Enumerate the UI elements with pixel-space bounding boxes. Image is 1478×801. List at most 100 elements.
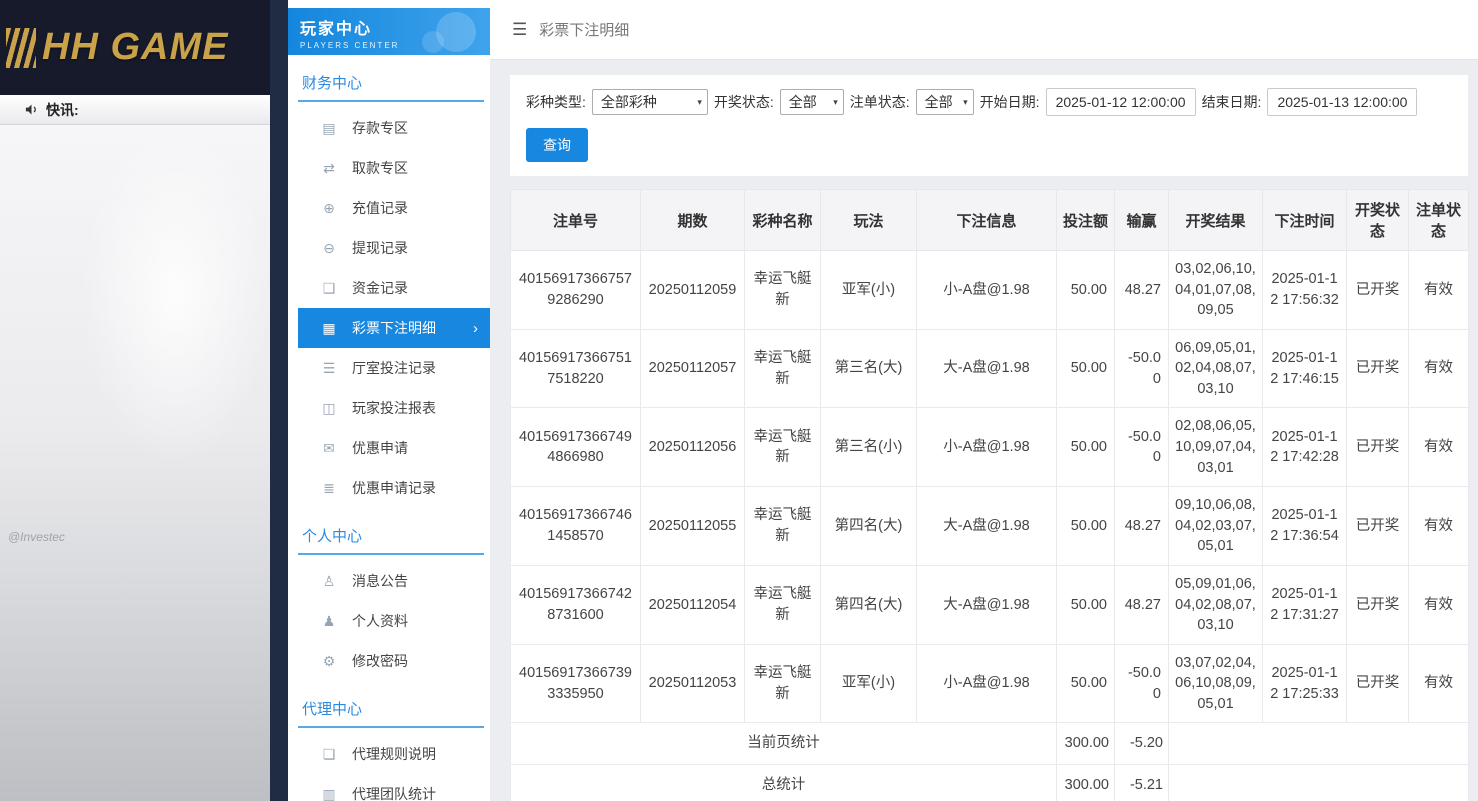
table-cell: 小-A盘@1.98 <box>917 644 1057 723</box>
table-cell: 已开奖 <box>1347 565 1409 644</box>
bets-table-panel: 注单号期数彩种名称玩法下注信息投注额输赢开奖结果下注时间开奖状态注单状态4015… <box>510 189 1468 801</box>
sidebar-item-label: 消息公告 <box>352 571 408 591</box>
news-label: 快讯: <box>46 100 79 120</box>
sidebar-item-withdrawal-records[interactable]: ⊖ 提现记录 <box>298 228 490 268</box>
sidebar-item-recharge-records[interactable]: ⊕充值记录 <box>298 188 490 228</box>
table-cell: 50.00 <box>1057 408 1115 487</box>
sidebar-item-label: 代理规则说明 <box>352 744 436 764</box>
table-row: 40156917366746145857020250112055幸运飞艇新第四名… <box>511 487 1469 566</box>
table-cell: 已开奖 <box>1347 329 1409 408</box>
sidebar-item-funds-records[interactable]: ❑ 资金记录 <box>298 268 490 308</box>
draw-status-value: 全部 <box>789 92 817 112</box>
logo-text: HH GAME <box>42 26 228 69</box>
table-row: 40156917366751751822020250112057幸运飞艇新第三名… <box>511 329 1469 408</box>
table-cell: 第四名(大) <box>821 487 917 566</box>
sidebar-item-promo-application[interactable]: ✉优惠申请 <box>298 428 490 468</box>
table-row: 40156917366757928629020250112059幸运飞艇新亚军(… <box>511 251 1469 330</box>
summary-winloss-total: -5.21 <box>1115 764 1169 801</box>
summary-empty-cell <box>1169 723 1469 765</box>
table-cell: 02,08,06,05,10,09,07,04,03,01 <box>1169 408 1263 487</box>
sidebar-section-title: 个人中心 <box>298 508 484 555</box>
sidebar-item-lottery-bet-details[interactable]: ▦彩票下注明细› <box>298 308 490 348</box>
players-center-header: 玩家中心 PLAYERS CENTER <box>288 8 490 55</box>
hamburger-menu-icon[interactable]: ☰ <box>512 20 527 40</box>
sidebar-item-agent-rules[interactable]: ❏代理规则说明 <box>298 734 490 774</box>
sidebar-item-withdrawal-zone[interactable]: ⇄取款专区 <box>298 148 490 188</box>
end-date-label: 结束日期: <box>1202 92 1262 112</box>
logo-bars-icon <box>6 28 36 68</box>
summary-bet-total: 300.00 <box>1057 723 1115 765</box>
bet-status-label: 注单状态: <box>850 92 910 112</box>
table-cell: 已开奖 <box>1347 644 1409 723</box>
sidebar-item-label: 彩票下注明细 <box>352 318 436 338</box>
summary-row: 当前页统计300.00-5.20 <box>511 723 1469 765</box>
sidebar-title: 玩家中心 <box>300 15 490 39</box>
summary-empty-cell <box>1169 764 1469 801</box>
table-cell: 05,09,01,06,04,02,08,07,03,10 <box>1169 565 1263 644</box>
table-cell: 401569173667428731600 <box>511 565 641 644</box>
topbar: ☰ 彩票下注明细 <box>490 0 1478 60</box>
bet-status-select[interactable]: 全部 ▾ <box>916 89 974 115</box>
table-cell: 小-A盘@1.98 <box>917 408 1057 487</box>
draw-status-select[interactable]: 全部 ▾ <box>780 89 844 115</box>
table-header-row: 注单号期数彩种名称玩法下注信息投注额输赢开奖结果下注时间开奖状态注单状态 <box>511 190 1469 251</box>
table-cell: 已开奖 <box>1347 408 1409 487</box>
table-cell: 有效 <box>1409 487 1469 566</box>
hall-bet-records-icon: ☰ <box>320 360 338 377</box>
sidebar-item-label: 资金记录 <box>352 278 408 298</box>
table-cell: 大-A盘@1.98 <box>917 565 1057 644</box>
sidebar-item-agent-team-stats[interactable]: ▥代理团队统计 <box>298 774 490 801</box>
sidebar-item-label: 提现记录 <box>352 238 408 258</box>
table-cell: 幸运飞艇新 <box>745 565 821 644</box>
table-cell: 401569173667579286290 <box>511 251 641 330</box>
screen: HH GAME 快讯: @Investec 玩家中心 PLAYERS CENTE… <box>0 0 1478 801</box>
table-cell: 20250112057 <box>641 329 745 408</box>
table-cell: 第三名(小) <box>821 408 917 487</box>
table-cell: 第三名(大) <box>821 329 917 408</box>
column-header: 彩种名称 <box>745 190 821 251</box>
table-cell: 2025-01-12 17:25:33 <box>1263 644 1347 723</box>
sidebar-item-deposit-zone[interactable]: ▤存款专区 <box>298 108 490 148</box>
table-cell: 20250112055 <box>641 487 745 566</box>
sidebar-item-change-password[interactable]: ⚙修改密码 <box>298 641 490 681</box>
query-button[interactable]: 查询 <box>526 128 588 162</box>
column-header: 期数 <box>641 190 745 251</box>
table-cell: 48.27 <box>1115 487 1169 566</box>
table-cell: 有效 <box>1409 329 1469 408</box>
agent-team-stats-icon: ▥ <box>320 786 338 801</box>
withdrawal-records-icon: ⊖ <box>320 240 338 257</box>
table-cell: 2025-01-12 17:36:54 <box>1263 487 1347 566</box>
table-cell: 幸运飞艇新 <box>745 408 821 487</box>
table-cell: 06,09,05,01,02,04,08,07,03,10 <box>1169 329 1263 408</box>
table-cell: 20250112059 <box>641 251 745 330</box>
column-header: 投注额 <box>1057 190 1115 251</box>
sidebar-item-player-bet-report[interactable]: ◫玩家投注报表 <box>298 388 490 428</box>
summary-label: 总统计 <box>511 764 1057 801</box>
sidebar-item-personal-profile[interactable]: ♟个人资料 <box>298 601 490 641</box>
message-announcements-icon: ♙ <box>320 573 338 590</box>
sidebar-item-label: 优惠申请记录 <box>352 478 436 498</box>
sidebar-item-label: 厅室投注记录 <box>352 358 436 378</box>
sidebar-item-promo-application-records[interactable]: ≣ 优惠申请记录 <box>298 468 490 508</box>
funds-records-icon: ❑ <box>320 280 338 297</box>
caret-down-icon: ▾ <box>963 97 968 108</box>
summary-row: 总统计300.00-5.21 <box>511 764 1469 801</box>
promo-application-records-icon: ≣ <box>320 480 338 497</box>
table-row: 40156917366742873160020250112054幸运飞艇新第四名… <box>511 565 1469 644</box>
end-date-input[interactable] <box>1267 88 1417 116</box>
table-cell: 09,10,06,08,04,02,03,07,05,01 <box>1169 487 1263 566</box>
table-cell: -50.00 <box>1115 644 1169 723</box>
lottery-type-select[interactable]: 全部彩种 ▾ <box>592 89 708 115</box>
start-date-input[interactable] <box>1046 88 1196 116</box>
table-cell: 401569173667494866980 <box>511 408 641 487</box>
sidebar-item-message-announcements[interactable]: ♙ 消息公告 <box>298 561 490 601</box>
table-cell: 有效 <box>1409 644 1469 723</box>
bet-status-value: 全部 <box>925 92 953 112</box>
withdrawal-zone-icon: ⇄ <box>320 160 338 177</box>
sidebar-subtitle: PLAYERS CENTER <box>300 41 490 50</box>
sidebar-item-label: 修改密码 <box>352 651 408 671</box>
sidebar-item-hall-bet-records[interactable]: ☰ 厅室投注记录 <box>298 348 490 388</box>
table-cell: 2025-01-12 17:56:32 <box>1263 251 1347 330</box>
background-photo: @Investec <box>0 125 270 801</box>
table-cell: 亚军(小) <box>821 251 917 330</box>
